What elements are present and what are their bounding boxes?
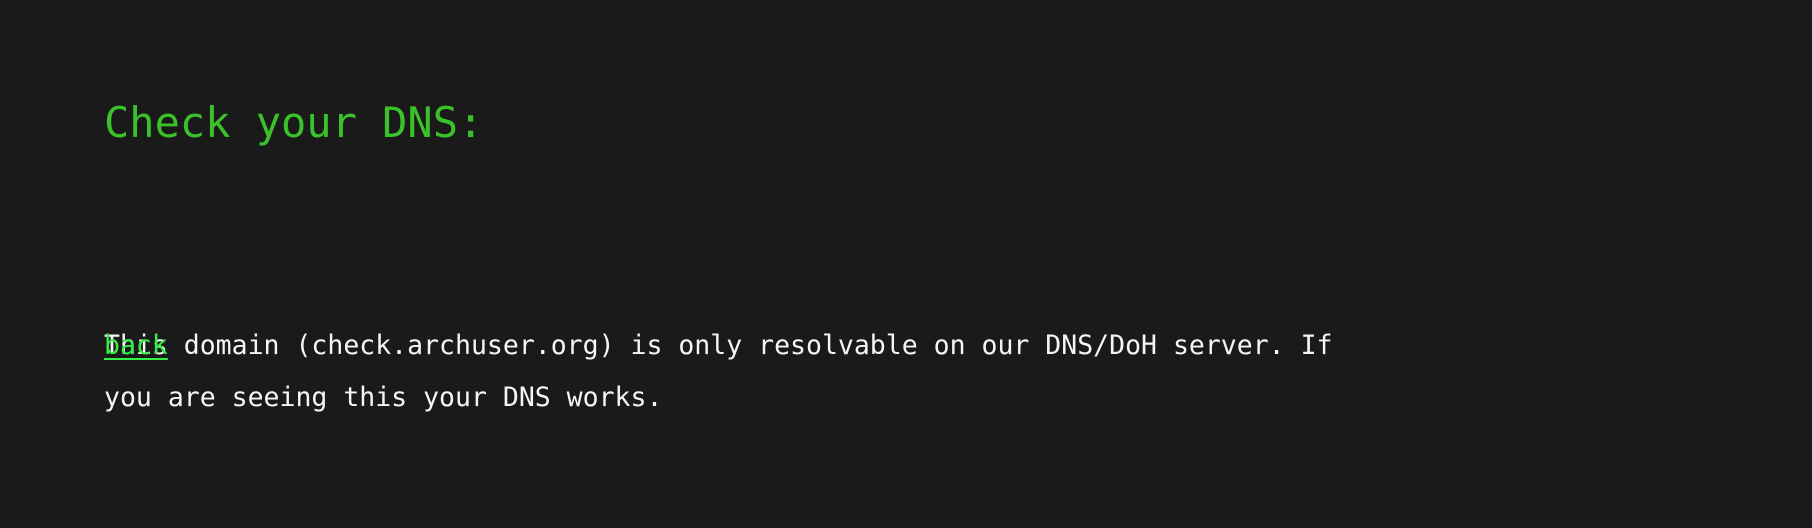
page-background: Check your DNS: This domain (check.archu… <box>0 0 1812 520</box>
page-title: Check your DNS: <box>104 99 483 146</box>
back-link[interactable]: back <box>104 320 168 372</box>
status-message: This domain (check.archuser.org) is only… <box>104 216 1784 528</box>
status-message-line-1: This domain (check.archuser.org) is only… <box>104 320 1784 372</box>
status-message-line-2: you are seeing this your DNS works. <box>104 372 1784 424</box>
